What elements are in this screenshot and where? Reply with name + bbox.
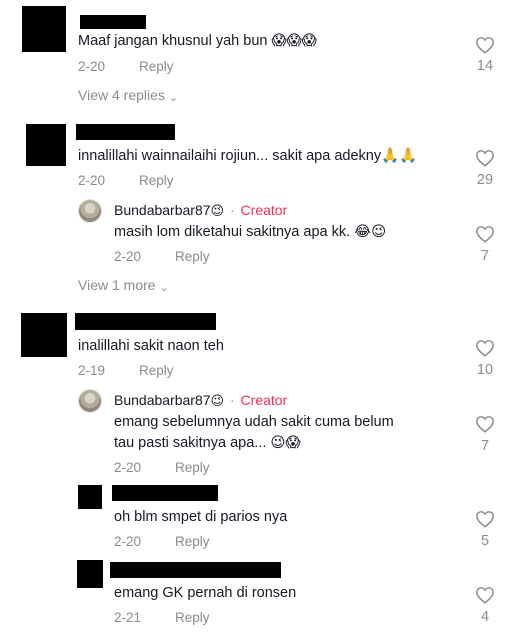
view-more-label: View 1 more [78,277,156,293]
like-button[interactable] [472,149,498,167]
reply-button[interactable]: Reply [175,534,210,549]
avatar-redacted[interactable] [26,124,66,166]
heart-outline-icon [476,587,494,604]
reply-text-line-1: emang sebelumnya udah sakit cuma belum [114,414,394,430]
reply-button[interactable]: Reply [139,59,174,74]
reply-text: oh blm smpet di parios nya [114,509,288,525]
separator: · [229,202,235,218]
reply-author[interactable]: Bundabarbar87😉 · Creator [114,202,287,219]
reply-date: 2-20 [114,249,142,264]
username-redacted[interactable] [75,313,216,330]
like-button[interactable] [472,586,498,604]
reply-date: 2-20 [114,534,142,549]
author-name: Bundabarbar87 [114,392,211,408]
username-redacted[interactable] [80,15,146,29]
chevron-down-icon: ⌄ [159,282,169,294]
comment-meta: 2-20 Reply [78,59,174,74]
comment-date: 2-20 [78,59,106,74]
reply-text: masih lom diketahui sakitnya apa kk. 😂😉 [114,224,387,240]
reply-meta: 2-21 Reply [114,610,210,625]
chevron-down-icon: ⌄ [168,92,179,104]
avatar-redacted[interactable] [77,560,103,588]
author-emoji: 😉 [210,393,225,408]
reply-date: 2-21 [114,610,142,625]
reply-button[interactable]: Reply [139,363,174,378]
reply-button[interactable]: Reply [139,173,174,188]
heart-outline-icon [476,226,494,243]
author-emoji: 😉 [210,203,225,218]
like-button[interactable] [472,415,498,433]
avatar-redacted[interactable] [21,313,67,357]
avatar[interactable] [78,389,102,413]
like-count: 7 [480,248,490,264]
username-redacted[interactable] [76,124,175,140]
creator-badge: Creator [240,202,288,218]
like-button[interactable] [472,225,498,243]
heart-outline-icon [476,150,494,167]
like-count: 29 [476,172,494,188]
reply-author[interactable]: Bundabarbar87😉 · Creator [114,392,287,409]
view-more-replies-button[interactable]: View 1 more ⌄ [78,277,169,294]
author-name: Bundabarbar87 [114,202,211,218]
username-redacted[interactable] [110,562,281,578]
reply-date: 2-20 [114,460,142,475]
view-replies-label: View 4 replies [78,87,165,103]
comment-text: inalillahi sakit naon teh [78,338,224,354]
like-button[interactable] [472,339,498,357]
avatar-redacted[interactable] [22,6,66,52]
like-count: 14 [476,58,494,74]
comment-text: innalillahi wainnailaihi rojiun... sakit… [78,148,418,164]
reply-button[interactable]: Reply [175,249,210,264]
avatar-redacted[interactable] [78,485,102,509]
like-count: 10 [476,362,494,378]
avatar[interactable] [78,199,102,223]
heart-outline-icon [476,511,494,528]
reply-meta: 2-20 Reply [114,534,210,549]
heart-outline-icon [476,340,494,357]
heart-outline-icon [476,416,494,433]
comment-date: 2-19 [78,363,106,378]
reply-text: emang GK pernah di ronsen [114,585,297,601]
like-count: 7 [480,438,490,454]
reply-button[interactable]: Reply [175,610,210,625]
reply-meta: 2-20 Reply [114,460,210,475]
reply-text-line-2: tau pasti sakitnya apa... 😉😱 [114,435,301,451]
comment-text: Maaf jangan khusnul yah bun 😱😱😱 [78,33,317,49]
heart-outline-icon [476,37,494,54]
like-button[interactable] [472,36,498,54]
username-redacted[interactable] [112,485,218,501]
comment-date: 2-20 [78,173,106,188]
like-count: 5 [480,533,490,549]
comment-meta: 2-19 Reply [78,363,174,378]
like-count: 4 [480,609,490,625]
reply-button[interactable]: Reply [175,460,210,475]
reply-meta: 2-20 Reply [114,249,210,264]
separator: · [229,392,235,408]
creator-badge: Creator [240,392,288,408]
like-button[interactable] [472,510,498,528]
view-replies-button[interactable]: View 4 replies ⌄ [78,87,179,104]
comment-meta: 2-20 Reply [78,173,174,188]
